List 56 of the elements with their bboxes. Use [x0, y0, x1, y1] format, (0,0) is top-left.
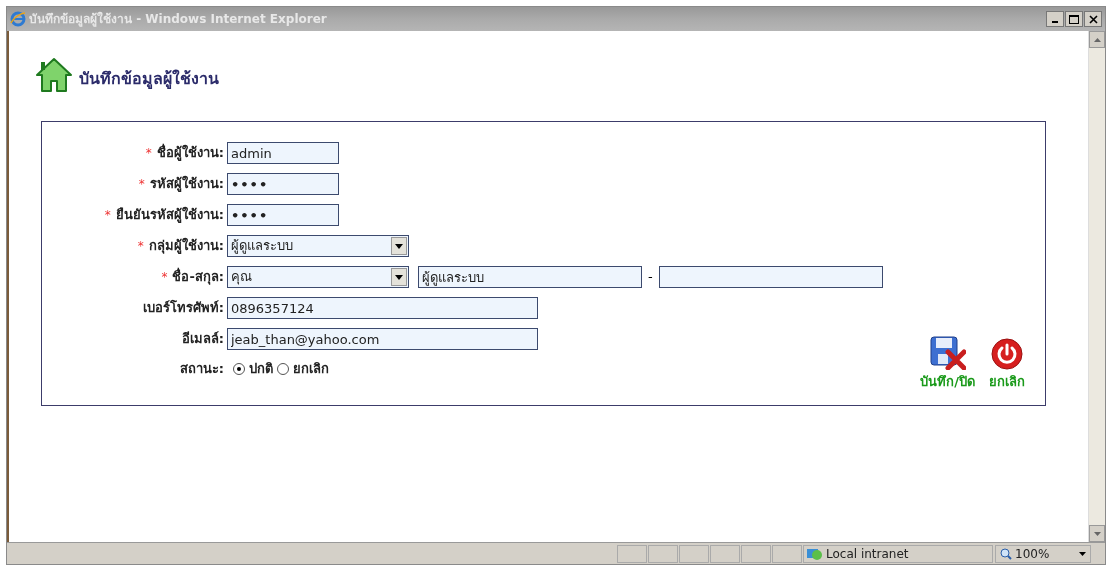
input-field[interactable]: 0896357124	[227, 297, 538, 319]
maximize-button[interactable]	[1065, 11, 1083, 27]
caret-icon	[1079, 551, 1086, 556]
required-asterisk: *	[145, 145, 152, 162]
first-name-field[interactable]: ผู้ดูแลระบบ	[418, 266, 642, 288]
field-label: ยืนยันรหัสผู้ใช้งาน:	[115, 205, 224, 225]
save-close-button[interactable]: บันทึก/ปิด	[920, 335, 975, 391]
status-pane	[710, 544, 740, 563]
cancel-button[interactable]: ยกเลิก	[989, 337, 1025, 391]
last-name-field[interactable]	[658, 266, 883, 288]
dropdown-arrow-button[interactable]	[391, 268, 407, 286]
status-pane	[741, 544, 771, 563]
field-label: อีเมลล์:	[181, 330, 224, 349]
zoom-icon	[1000, 547, 1012, 560]
separator-text: -	[648, 268, 653, 287]
required-asterisk: *	[104, 207, 111, 224]
zone-label: Local intranet	[826, 545, 909, 563]
browser-logo-icon	[10, 11, 26, 27]
down-arrow-icon	[1093, 531, 1101, 536]
field-label: รหัสผู้ใช้งาน:	[149, 174, 224, 194]
field-label: ชื่อ-สกุล:	[172, 267, 224, 287]
caret-icon	[395, 274, 403, 280]
radio-button[interactable]	[233, 362, 245, 375]
close-button[interactable]	[1084, 11, 1102, 27]
window-title: บันทึกข้อมูลผู้ใช้งาน - Windows Internet Explorer	[29, 10, 327, 28]
maximize-icon	[1069, 14, 1079, 24]
field-label: เบอร์โทรศัพท์:	[142, 299, 224, 318]
input-field[interactable]: jeab_than@yahoo.com	[227, 328, 538, 350]
close-icon	[1088, 14, 1098, 24]
radio-button[interactable]	[277, 362, 289, 375]
status-pane	[648, 544, 678, 563]
field-label: กลุ่มผู้ใช้งาน:	[148, 236, 224, 256]
page-heading: บันทึกข้อมูลผู้ใช้งาน	[79, 68, 219, 91]
password-field[interactable]: ••••	[227, 173, 339, 195]
field-label: ชื่อผู้ใช้งาน:	[156, 143, 224, 163]
power-icon	[991, 337, 1023, 370]
required-asterisk: *	[161, 269, 168, 286]
radio-label: ยกเลิก	[293, 360, 329, 378]
dropdown-arrow-button[interactable]	[391, 237, 407, 255]
dropdown-field[interactable]: คุณ	[227, 266, 409, 288]
floppy-disk-with-x-icon	[929, 335, 966, 370]
required-asterisk: *	[137, 238, 144, 255]
password-field[interactable]: ••••	[227, 204, 339, 226]
scrollbar[interactable]	[1088, 31, 1105, 542]
caret-icon	[395, 243, 403, 249]
field-label: สถานะ:	[179, 360, 224, 378]
globe-icon	[806, 546, 822, 561]
home-icon	[35, 57, 73, 93]
status-pane	[617, 544, 647, 563]
dropdown-field[interactable]: ผู้ดูแลระบบ	[227, 235, 409, 257]
radio-label: ปกติ	[249, 360, 273, 378]
status-pane	[679, 544, 709, 563]
minimize-button[interactable]	[1046, 11, 1064, 27]
up-arrow-icon	[1093, 37, 1101, 42]
required-asterisk: *	[138, 176, 145, 193]
input-field[interactable]: admin	[227, 142, 339, 164]
